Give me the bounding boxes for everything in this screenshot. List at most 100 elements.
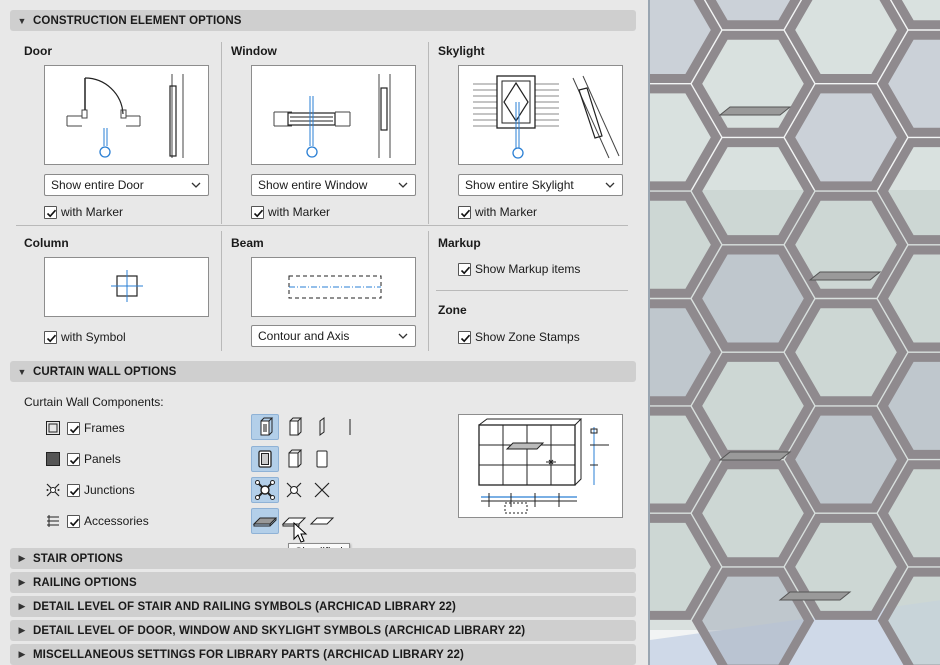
checkmark-icon [460, 266, 471, 274]
cw-accessories-label: Accessories [84, 514, 149, 528]
column-preview [44, 257, 209, 317]
checkbox-checked[interactable] [44, 330, 57, 344]
collapsed-triangle-icon: ▶ [18, 649, 26, 659]
checkbox-checked[interactable] [67, 421, 80, 435]
window-marker-checkbox[interactable]: with Marker [251, 205, 330, 219]
section-title: DETAIL LEVEL OF STAIR AND RAILING SYMBOL… [33, 600, 456, 613]
frames-simplified-button[interactable] [308, 414, 336, 440]
checkmark-icon [253, 209, 264, 217]
collapsed-triangle-icon: ▶ [18, 601, 26, 611]
panels-simplified-button[interactable] [308, 446, 336, 472]
honeycomb-cell [691, 352, 815, 459]
skylight-display-select[interactable]: Show entire Skylight [458, 174, 623, 196]
accessory-icon [47, 515, 59, 527]
collapsed-triangle-icon: ▶ [18, 625, 26, 635]
frames-medium-button[interactable] [280, 414, 308, 440]
cw-frames-row: Frames [45, 420, 125, 436]
divider [428, 231, 429, 351]
junctions-medium-button[interactable] [280, 477, 308, 503]
cw-junctions-label: Junctions [84, 483, 135, 497]
section-railing-options[interactable]: ▶ RAILING OPTIONS [10, 572, 636, 593]
cw-panels-label: Panels [84, 452, 121, 466]
beam-display-select[interactable]: Contour and Axis [251, 325, 416, 347]
markup-checkbox[interactable]: Show Markup items [458, 262, 580, 276]
cw-accessories-row: Accessories [45, 513, 149, 529]
markup-title: Markup [438, 236, 481, 250]
honeycomb-cell [691, 245, 815, 352]
frame-simplified-icon [319, 417, 325, 436]
checkbox-checked[interactable] [67, 452, 80, 466]
window-display-select[interactable]: Show entire Window [251, 174, 416, 196]
window-symbol-icon [273, 74, 391, 158]
skylight-preview [458, 65, 623, 165]
honeycomb-curtain-wall-render [650, 0, 940, 665]
checkbox-checked[interactable] [458, 262, 471, 276]
expanded-triangle-icon: ▼ [17, 15, 27, 26]
junction-icon [46, 483, 60, 497]
panel-detailed-icon [258, 450, 272, 468]
window-marker-label: with Marker [268, 205, 331, 219]
checkbox-checked[interactable] [251, 205, 264, 219]
curtain-wall-plan-icon [478, 418, 609, 514]
door-title: Door [24, 44, 52, 58]
section-miscellaneous-settings[interactable]: ▶ MISCELLANEOUS SETTINGS FOR LIBRARY PAR… [10, 644, 636, 665]
divider [436, 290, 628, 291]
checkmark-icon [460, 209, 471, 217]
section-detail-stair-railing[interactable]: ▶ DETAIL LEVEL OF STAIR AND RAILING SYMB… [10, 596, 636, 617]
accessories-simplified-button[interactable] [308, 508, 336, 534]
panels-medium-button[interactable] [280, 446, 308, 472]
section-stair-options[interactable]: ▶ STAIR OPTIONS [10, 548, 636, 569]
section-title: MISCELLANEOUS SETTINGS FOR LIBRARY PARTS… [33, 648, 464, 661]
shelf-accessory [718, 451, 792, 461]
checkbox-checked[interactable] [458, 205, 471, 219]
chevron-down-icon [398, 333, 408, 339]
3d-viewport[interactable] [648, 0, 940, 665]
section-title: RAILING OPTIONS [33, 576, 137, 589]
panel-simplified-icon [316, 450, 328, 468]
panel-medium-icon [288, 449, 303, 468]
frames-line-button[interactable] [336, 414, 364, 440]
skylight-marker-checkbox[interactable]: with Marker [458, 205, 537, 219]
honeycomb-cell [691, 138, 815, 245]
checkbox-checked[interactable] [44, 205, 57, 219]
column-symbol-checkbox[interactable]: with Symbol [44, 330, 126, 344]
honeycomb-cell [784, 84, 908, 191]
honeycomb-cell [691, 567, 815, 665]
junctions-detailed-button[interactable] [251, 477, 279, 503]
section-detail-door-window[interactable]: ▶ DETAIL LEVEL OF DOOR, WINDOW AND SKYLI… [10, 620, 636, 641]
checkmark-icon [69, 456, 80, 464]
checkbox-checked[interactable] [458, 330, 471, 344]
checkmark-icon [46, 209, 57, 217]
door-preview [44, 65, 209, 165]
checkbox-checked[interactable] [67, 514, 80, 528]
honeycomb-cell [784, 0, 908, 83]
collapsed-triangle-icon: ▶ [18, 577, 26, 587]
section-construction-element-options[interactable]: ▼ CONSTRUCTION ELEMENT OPTIONS [10, 10, 636, 31]
door-display-select[interactable]: Show entire Door [44, 174, 209, 196]
mouse-cursor-icon [293, 522, 308, 543]
zone-checkbox[interactable]: Show Zone Stamps [458, 330, 580, 344]
frame-medium-icon [289, 417, 303, 436]
frame-icon [46, 421, 60, 435]
frame-line-icon [349, 419, 351, 435]
checkmark-icon [69, 487, 80, 495]
junctions-simplified-button[interactable] [308, 477, 336, 503]
section-title: CURTAIN WALL OPTIONS [33, 365, 177, 378]
door-select-value: Show entire Door [51, 178, 144, 192]
accessories-detailed-button[interactable] [251, 508, 279, 534]
checkmark-icon [69, 425, 80, 433]
checkbox-checked[interactable] [67, 483, 80, 497]
window-title: Window [231, 44, 277, 58]
section-curtain-wall-options[interactable]: ▼ CURTAIN WALL OPTIONS [10, 361, 636, 382]
column-symbol-label: with Symbol [61, 330, 126, 344]
panels-detailed-button[interactable] [251, 446, 279, 472]
divider [221, 231, 222, 351]
door-marker-checkbox[interactable]: with Marker [44, 205, 123, 219]
checkmark-icon [69, 518, 80, 526]
frames-detailed-button[interactable] [251, 414, 279, 440]
skylight-title: Skylight [438, 44, 485, 58]
curtain-wall-preview [458, 414, 623, 518]
skylight-symbol-icon [473, 75, 620, 159]
accessory-detailed-icon [252, 517, 278, 527]
chevron-down-icon [605, 182, 615, 188]
